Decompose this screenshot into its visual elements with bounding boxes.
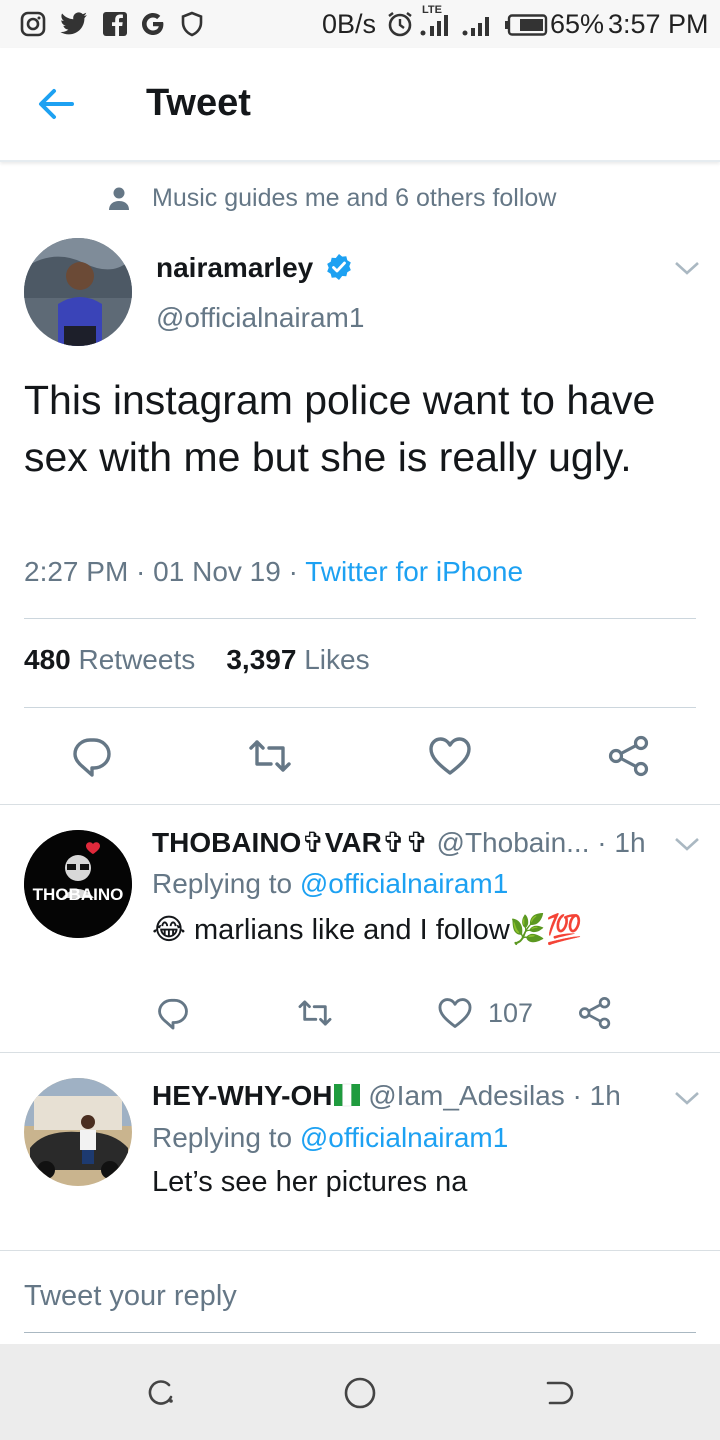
reply-avatar[interactable]: THOBAINO [24,830,132,938]
nigeria-flag-icon [334,1083,361,1107]
retweet-icon[interactable] [296,994,334,1032]
tweet-source-link[interactable]: Twitter for iPhone [305,556,523,587]
tweet-date: 01 Nov 19 [153,556,281,587]
system-nav-bar [0,1344,720,1440]
emoji-herb-hundred: 🌿💯 [509,914,583,946]
verified-badge-icon [327,254,351,280]
recent-apps-icon[interactable] [144,1377,176,1409]
mention-link[interactable]: @officialnairam1 [300,1122,508,1153]
top-app-bar: Tweet [0,48,720,162]
google-icon [142,13,164,35]
signal-icon-2 [462,17,489,36]
reply-author[interactable]: HEY-WHY-OH @Iam_Adesilas · 1h [152,1080,621,1112]
retweet-icon[interactable] [246,732,294,780]
twitter-icon [60,12,87,35]
network-speed: 0B/s [322,9,377,39]
emoji-laughing: 😂 [152,914,186,946]
share-icon[interactable] [605,732,653,780]
reply-author[interactable]: THOBAINO✞VAR✞✞ @Thobain... · 1h [152,826,646,859]
like-count: 107 [488,998,534,1028]
mention-link[interactable]: @officialnairam1 [300,868,508,899]
clock: 3:57 PM [608,9,709,39]
battery-icon [505,14,548,36]
status-bar: 0B/s LTE 65% 3:57 PM [0,0,720,48]
like-icon[interactable] [436,994,474,1032]
person-icon [109,187,129,210]
reply-icon[interactable] [68,732,116,780]
avatar-label: THOBAINO [32,885,124,904]
alarm-icon [388,12,412,37]
retweets-stat[interactable]: 480 Retweets [24,644,195,675]
likes-stat[interactable]: 3,397 Likes [226,644,369,675]
tweet-stats: 480 Retweets 3,397 Likes [24,644,370,676]
chevron-down-icon[interactable] [674,260,700,276]
battery-level: 65% [550,9,605,39]
reply-text: Let’s see her pictures na [152,1166,468,1198]
home-icon[interactable] [342,1375,378,1411]
tweet-time: 2:27 PM [24,556,129,587]
page-title: Tweet [146,82,251,124]
reply-icon[interactable] [154,994,192,1032]
social-context-text: Music guides me and 6 others follow [152,184,557,212]
signal-icon [420,15,448,36]
facebook-icon [103,12,127,36]
reply-input[interactable]: Tweet your reply [24,1280,237,1313]
tweet-meta: 2:27 PM · 01 Nov 19 · Twitter for iPhone [24,556,524,587]
reply-text: 😂 marlians like and I follow🌿💯 [152,914,583,946]
like-icon[interactable] [426,732,474,780]
back-nav-icon[interactable] [544,1377,576,1409]
chevron-down-icon[interactable] [674,1090,700,1106]
reply-input-underline [24,1332,696,1333]
author-name[interactable]: nairamarley [156,252,353,284]
section-divider [0,1052,720,1053]
replying-to: Replying to @officialnairam1 [152,1122,509,1153]
instagram-icon [20,11,46,37]
back-button[interactable] [34,82,78,126]
section-divider [0,1250,720,1251]
chevron-down-icon[interactable] [674,836,700,852]
author-handle[interactable]: @officialnairam1 [156,302,364,334]
reply-avatar[interactable] [24,1078,132,1186]
replying-to: Replying to @officialnairam1 [152,868,509,899]
social-context[interactable]: Music guides me and 6 others follow [0,180,720,220]
author-avatar[interactable] [24,238,132,346]
divider [24,707,696,708]
divider [24,618,696,619]
tweet-text: This instagram police want to have sex w… [24,377,656,480]
shield-icon [181,11,203,37]
share-icon[interactable] [576,994,614,1032]
section-divider [0,804,720,805]
